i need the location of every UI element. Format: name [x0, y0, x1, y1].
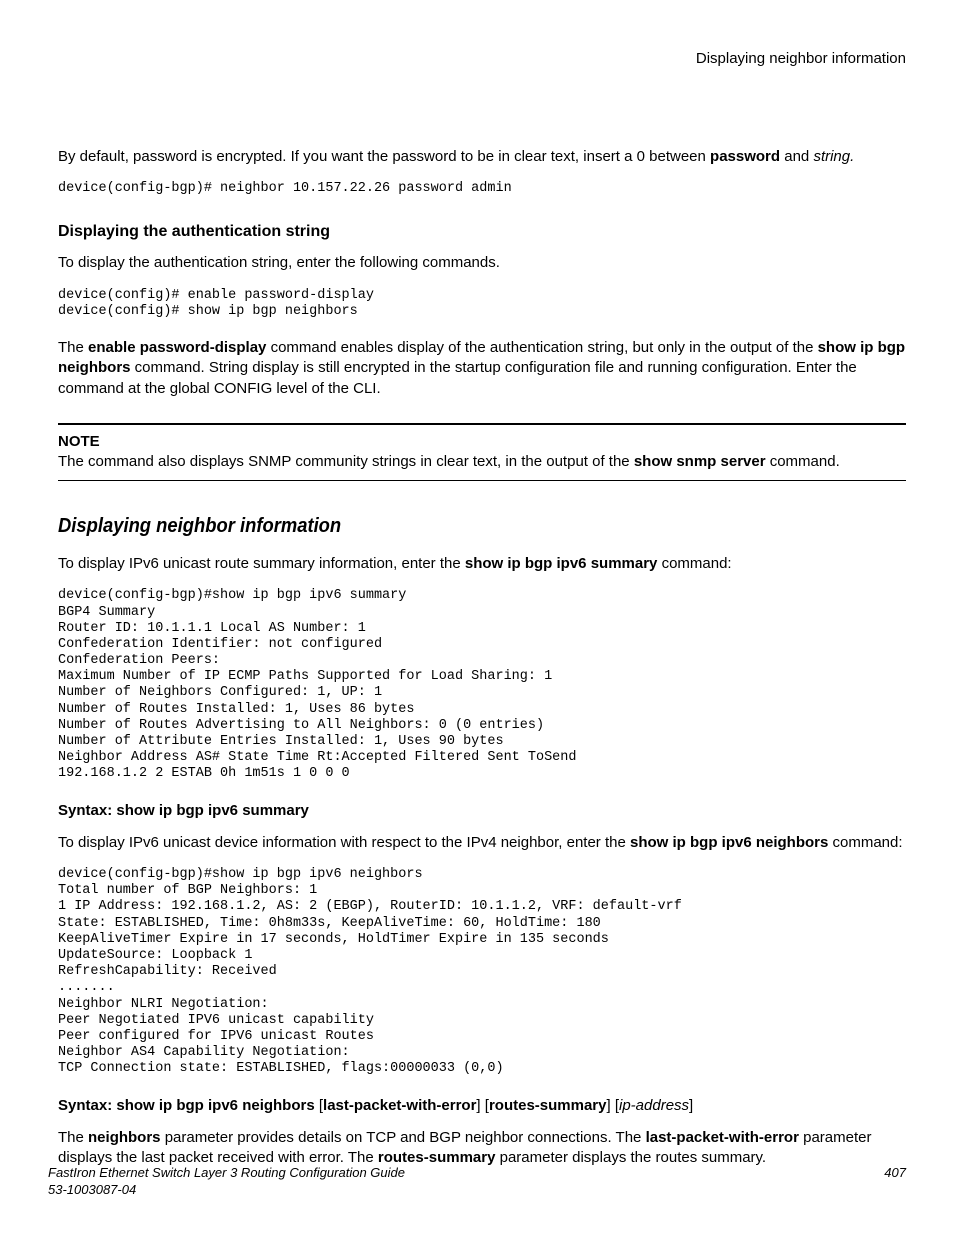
note-label: NOTE — [58, 433, 906, 450]
code-block-neighbor-password: device(config-bgp)# neighbor 10.157.22.2… — [58, 181, 906, 197]
text: The — [58, 1129, 88, 1146]
text: command. — [766, 453, 840, 470]
text: The — [58, 339, 88, 356]
text: command enables display of the authentic… — [266, 339, 817, 356]
code-block-enable-password: device(config)# enable password-display … — [58, 288, 906, 320]
neigh-p1: To display IPv6 unicast route summary in… — [58, 554, 906, 574]
bold-routes-summary: routes-summary — [489, 1097, 607, 1114]
bold-neighbors: neighbors — [88, 1129, 161, 1146]
italic-string: string. — [813, 148, 854, 165]
bold-last-packet: last-packet-with-error — [323, 1097, 476, 1114]
text: and — [780, 148, 813, 165]
bold-enable-password-display: enable password-display — [88, 339, 266, 356]
text: The command also displays SNMP community… — [58, 453, 634, 470]
auth-p1: To display the authentication string, en… — [58, 253, 906, 273]
text: command: — [657, 555, 731, 572]
bold-last-packet-with-error: last-packet-with-error — [646, 1129, 799, 1146]
bold-show-summary: show ip bgp ipv6 summary — [465, 555, 658, 572]
footer-docnum: 53-1003087-04 — [48, 1182, 136, 1197]
syntax-neighbors: Syntax: show ip bgp ipv6 neighbors [last… — [58, 1096, 906, 1116]
text: command. String display is still encrypt… — [58, 359, 857, 396]
code-block-neighbors: device(config-bgp)#show ip bgp ipv6 neig… — [58, 867, 906, 1077]
intro-paragraph: By default, password is encrypted. If yo… — [58, 147, 906, 167]
note-block: NOTE The command also displays SNMP comm… — [58, 423, 906, 481]
text: To display IPv6 unicast route summary in… — [58, 555, 465, 572]
page-footer: FastIron Ethernet Switch Layer 3 Routing… — [48, 1165, 906, 1199]
bold-password: password — [710, 148, 780, 165]
code-block-summary: device(config-bgp)#show ip bgp ipv6 summ… — [58, 588, 906, 782]
note-text: The command also displays SNMP community… — [58, 452, 906, 472]
bold-show-snmp-server: show snmp server — [634, 453, 766, 470]
neigh-p3: The neighbors parameter provides details… — [58, 1128, 906, 1169]
running-header: Displaying neighbor information — [48, 50, 906, 67]
text: By default, password is encrypted. If yo… — [58, 148, 710, 165]
bold-show-neighbors: show ip bgp ipv6 neighbors — [630, 834, 828, 851]
bold-syntax1: Syntax: show ip bgp ipv6 summary — [58, 802, 309, 819]
heading-displaying-neighbor: Displaying neighbor information — [58, 515, 838, 538]
heading-auth-string: Displaying the authentication string — [58, 223, 906, 241]
syntax-summary: Syntax: show ip bgp ipv6 summary — [58, 801, 906, 821]
page-number: 407 — [884, 1165, 906, 1199]
text: To display IPv6 unicast device informati… — [58, 834, 630, 851]
text: parameter provides details on TCP and BG… — [161, 1129, 646, 1146]
text: parameter displays the routes summary. — [495, 1149, 766, 1166]
text: command: — [828, 834, 902, 851]
auth-p2: The enable password-display command enab… — [58, 338, 906, 399]
italic-ip-address: ip-address — [619, 1097, 689, 1114]
bold-routes-summary2: routes-summary — [378, 1149, 496, 1166]
neigh-p2: To display IPv6 unicast device informati… — [58, 833, 906, 853]
footer-title: FastIron Ethernet Switch Layer 3 Routing… — [48, 1165, 405, 1180]
bold-syntax2-cmd: Syntax: show ip bgp ipv6 neighbors — [58, 1097, 315, 1114]
